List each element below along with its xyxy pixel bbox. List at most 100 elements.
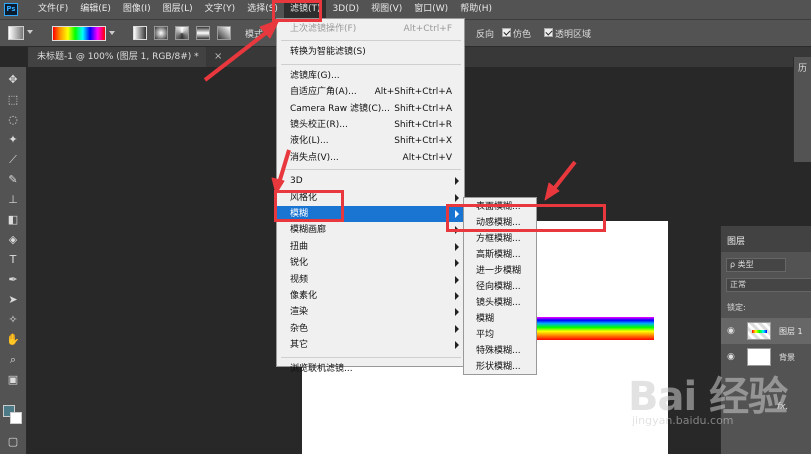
filter-menu-item[interactable]: 液化(L)... Shift+Ctrl+X xyxy=(277,133,464,149)
brush-tool-icon[interactable]: ✎ xyxy=(5,173,21,187)
hand-tool-icon[interactable]: ✋ xyxy=(5,333,21,347)
marquee-tool-icon[interactable]: ⬚ xyxy=(5,93,21,107)
watermark-url: jingyan.baidu.com xyxy=(632,414,734,427)
blur-submenu-item[interactable]: 高斯模糊... xyxy=(464,247,536,263)
blur-submenu-item[interactable]: 平均 xyxy=(464,327,536,343)
filter-menu-item-label: 上次滤镜操作(F) xyxy=(290,24,357,34)
filter-menu-item[interactable]: 浏览联机滤镜... xyxy=(277,361,464,377)
chevron-down-icon[interactable] xyxy=(109,31,115,35)
gradient-picker[interactable] xyxy=(52,26,106,41)
paint-bucket-tool-icon[interactable]: ◈ xyxy=(5,233,21,247)
lock-label: 锁定: xyxy=(727,303,746,312)
menu-separator xyxy=(281,169,461,171)
blur-submenu-item[interactable]: 镜头模糊... xyxy=(464,295,536,311)
filter-menu-item[interactable]: 3D xyxy=(277,173,464,189)
tools-panel: ✥ ⬚ ◌ ✦ ⟋ ✎ ⊥ ◧ ◈ T ✒ ➤ ✧ ✋ ⌕ ▣ ▢ xyxy=(0,67,27,454)
reflected-gradient-button[interactable] xyxy=(196,26,210,40)
blur-submenu-item[interactable]: 模糊 xyxy=(464,311,536,327)
path-selection-tool-icon[interactable]: ➤ xyxy=(5,293,21,307)
filter-menu-item[interactable]: 消失点(V)... Alt+Ctrl+V xyxy=(277,150,464,166)
blur-submenu-item[interactable]: 径向模糊... xyxy=(464,279,536,295)
layer-name: 图层 1 xyxy=(779,327,803,336)
filter-menu-item[interactable]: 镜头校正(R)... Shift+Ctrl+R xyxy=(277,117,464,133)
eraser-tool-icon[interactable]: ◧ xyxy=(5,213,21,227)
filter-menu-item[interactable]: 自适应广角(A)... Alt+Shift+Ctrl+A xyxy=(277,84,464,100)
type-tool-icon[interactable]: T xyxy=(5,253,21,267)
layers-panel-header: 图层 xyxy=(721,226,811,252)
menu-view[interactable]: 视图(V) xyxy=(365,0,408,19)
radial-gradient-button[interactable] xyxy=(154,26,168,40)
chevron-down-icon[interactable] xyxy=(27,30,33,34)
filter-menu-item[interactable]: 杂色 xyxy=(277,321,464,337)
layers-tab[interactable]: 图层 xyxy=(727,234,745,247)
transparency-checkbox[interactable] xyxy=(544,28,553,37)
filter-menu-item[interactable]: Camera Raw 滤镜(C)... Shift+Ctrl+A xyxy=(277,101,464,117)
filter-menu-item[interactable]: 锐化 xyxy=(277,255,464,271)
lasso-tool-icon[interactable]: ◌ xyxy=(5,113,21,127)
reverse-label: 反向 xyxy=(476,30,495,40)
filter-menu-item[interactable]: 像素化 xyxy=(277,288,464,304)
filter-menu-item-label: 锐化 xyxy=(290,258,309,269)
blur-submenu-item[interactable]: 方框模糊... xyxy=(464,231,536,247)
blur-submenu-item[interactable]: 进一步模糊 xyxy=(464,263,536,279)
eyedropper-tool-icon[interactable]: ⟋ xyxy=(5,153,21,167)
filter-menu-item-label: 其它 xyxy=(290,340,309,351)
quick-mask-icon[interactable]: ▢ xyxy=(5,435,21,449)
menu-window[interactable]: 窗口(W) xyxy=(408,0,454,19)
filter-menu-item[interactable]: 模糊画廊 xyxy=(277,222,464,238)
close-icon[interactable]: × xyxy=(214,47,222,67)
history-tab[interactable]: 历 xyxy=(798,61,807,74)
filter-menu-item-label: 模糊画廊 xyxy=(290,225,327,236)
blur-submenu-item[interactable]: 特殊模糊... xyxy=(464,343,536,359)
eye-icon[interactable]: ◉ xyxy=(727,326,735,336)
linear-gradient-button[interactable] xyxy=(133,26,147,40)
layer-filter-select[interactable]: ρ 类型 xyxy=(726,258,786,272)
layer-row[interactable]: ◉ 图层 1 xyxy=(721,318,811,344)
zoom-tool-icon[interactable]: ⌕ xyxy=(5,353,21,367)
menu-layer[interactable]: 图层(L) xyxy=(157,0,199,19)
menu-file[interactable]: 文件(F) xyxy=(32,0,74,19)
blur-submenu-item[interactable]: 形状模糊... xyxy=(464,359,536,375)
filter-menu-item[interactable]: 滤镜库(G)... xyxy=(277,68,464,84)
filter-menu-item[interactable]: 其它 xyxy=(277,337,464,353)
dither-checkbox[interactable] xyxy=(502,28,511,37)
filter-menu-item-label: 液化(L)... xyxy=(290,136,329,147)
submenu-arrow-icon xyxy=(455,275,459,284)
background-color-swatch[interactable] xyxy=(10,412,22,424)
filter-menu-item-label: 杂色 xyxy=(290,323,309,334)
filter-menu-item-label: 扭曲 xyxy=(290,241,309,252)
menu-3d[interactable]: 3D(D) xyxy=(326,0,365,19)
filter-menu-item[interactable]: 转换为智能滤镜(S) xyxy=(277,44,464,60)
magic-wand-tool-icon[interactable]: ✦ xyxy=(5,133,21,147)
menu-separator xyxy=(281,63,461,65)
filter-menu-item-label: Camera Raw 滤镜(C)... xyxy=(290,103,390,114)
filter-menu-item[interactable]: 扭曲 xyxy=(277,239,464,255)
filter-menu-item-label: 像素化 xyxy=(290,291,318,301)
submenu-arrow-icon xyxy=(455,193,459,202)
document-tab[interactable]: 未标题-1 @ 100% (图层 1, RGB/8#) * xyxy=(28,47,206,67)
stamp-tool-icon[interactable]: ⊥ xyxy=(5,193,21,207)
mode-label: 模式 xyxy=(245,30,264,40)
gradient-tool-icon[interactable]: ▣ xyxy=(5,373,21,387)
eye-icon[interactable]: ◉ xyxy=(727,352,735,362)
angle-gradient-button[interactable] xyxy=(175,26,189,40)
filter-menu-item[interactable]: 渲染 xyxy=(277,304,464,320)
menu-edit[interactable]: 编辑(E) xyxy=(74,0,117,19)
filter-menu-item[interactable]: 视频 xyxy=(277,272,464,288)
diamond-gradient-button[interactable] xyxy=(217,26,231,40)
blend-mode-select[interactable]: 正常 xyxy=(726,278,811,292)
menu-help[interactable]: 帮助(H) xyxy=(454,0,498,19)
filter-menu-item: 上次滤镜操作(F) Alt+Ctrl+F xyxy=(277,21,464,37)
menu-image[interactable]: 图像(I) xyxy=(117,0,157,19)
menu-type[interactable]: 文字(Y) xyxy=(199,0,242,19)
tool-preset-picker[interactable] xyxy=(8,26,24,40)
shape-tool-icon[interactable]: ✧ xyxy=(5,313,21,327)
filter-menu-item-label: 滤镜库(G)... xyxy=(290,70,340,81)
move-tool-icon[interactable]: ✥ xyxy=(5,73,21,87)
transparency-label: 透明区域 xyxy=(555,30,592,40)
menu-shortcut: Alt+Ctrl+V xyxy=(402,152,452,163)
pen-tool-icon[interactable]: ✒ xyxy=(5,273,21,287)
menu-bar: Ps 文件(F) 编辑(E) 图像(I) 图层(L) 文字(Y) 选择(S) 滤… xyxy=(0,0,811,19)
submenu-arrow-icon xyxy=(455,341,459,350)
menu-shortcut: Alt+Ctrl+F xyxy=(403,24,452,34)
